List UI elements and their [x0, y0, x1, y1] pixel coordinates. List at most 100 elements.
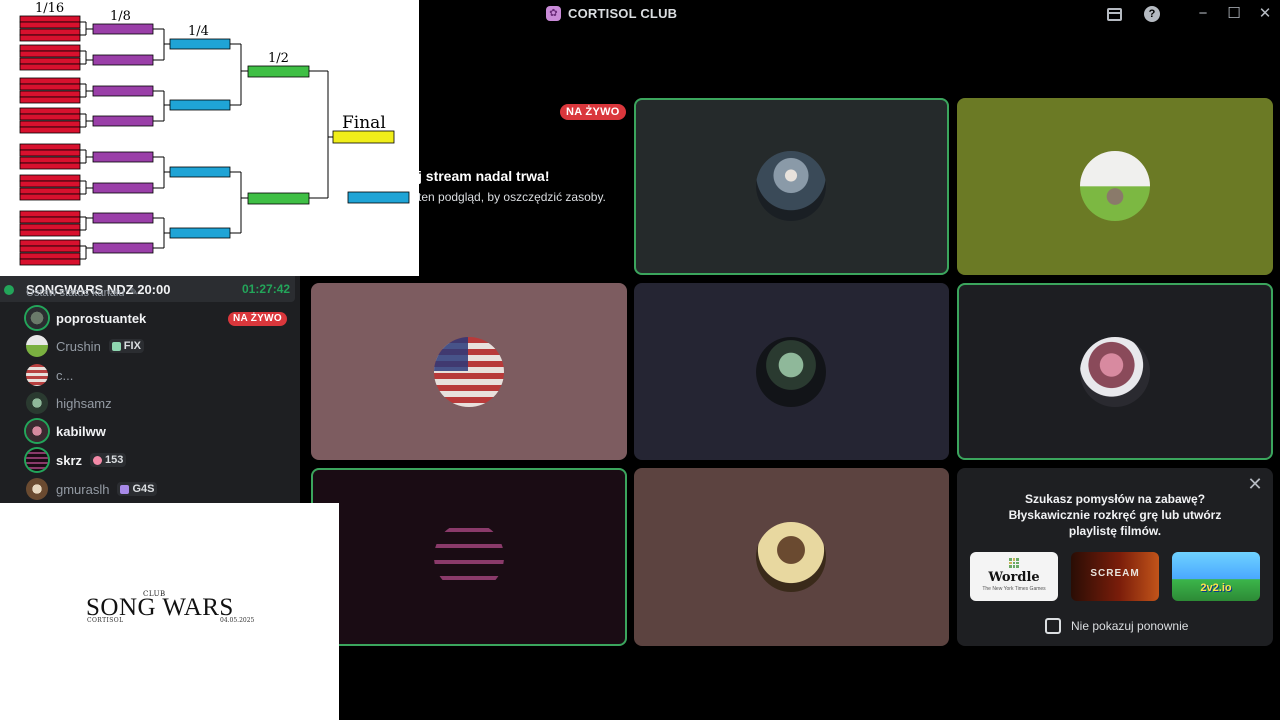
voice-member[interactable]: gmuraslh G4S — [26, 477, 158, 501]
channel-status-text: Ustaw status kanału — [26, 287, 125, 299]
bracket-slot — [19, 57, 81, 65]
bracket-slot — [92, 54, 154, 66]
bracket-slot — [92, 23, 154, 35]
bracket-slot — [19, 44, 81, 52]
avatar — [26, 420, 48, 442]
heart-icon — [93, 455, 103, 465]
participant-avatar — [756, 151, 826, 221]
participant-avatar — [1080, 337, 1150, 407]
avatar — [26, 335, 48, 357]
bracket-slot — [19, 28, 81, 36]
bracket-slot — [19, 187, 81, 195]
bracket-slot — [19, 229, 81, 237]
channel-status[interactable]: Ustaw status kanału ✎ — [26, 287, 139, 299]
participant-tile[interactable] — [311, 283, 627, 460]
bracket-slot — [92, 242, 154, 254]
bracket-slot — [19, 21, 81, 29]
game-card-wordle[interactable]: Wordle The New York Times Games — [970, 552, 1058, 601]
avatar — [26, 307, 48, 329]
participant-tile[interactable] — [311, 468, 627, 646]
voice-connected-icon — [4, 285, 14, 295]
member-name: c... — [56, 367, 74, 383]
bracket-slot — [19, 63, 81, 71]
bracket-slot — [19, 174, 81, 182]
tag-icon — [120, 484, 130, 494]
game-title: Wordle — [988, 570, 1040, 585]
bracket-slot — [19, 34, 81, 42]
member-tag: G4S — [117, 482, 158, 496]
bracket-slot — [92, 115, 154, 127]
dont-show-again-label: Nie pokazuj ponownie — [1071, 619, 1189, 633]
voice-member[interactable]: poprostuantek — [26, 306, 146, 330]
logo-date: 04.05.2025 — [220, 617, 255, 624]
avatar — [26, 449, 48, 471]
bracket-slot — [169, 38, 231, 50]
close-icon[interactable]: ✕ — [1247, 475, 1263, 493]
stream-notice-subtitle: ten podgląd, by oszczędzić zasoby. — [418, 190, 606, 204]
bracket-overlay: 1/16 1/8 1/4 1/2 Final — [0, 0, 419, 276]
minimize-button[interactable]: − — [1194, 5, 1212, 23]
member-tag: 153 — [90, 453, 127, 467]
bracket-slot — [247, 65, 310, 78]
game-subtitle: The New York Times Games — [982, 586, 1046, 592]
bracket-slot — [92, 151, 154, 163]
voice-member[interactable]: kabilww — [26, 419, 106, 443]
bracket-slot — [19, 83, 81, 91]
member-name: Crushin — [56, 338, 101, 354]
voice-member[interactable]: skrz 153 — [26, 448, 127, 472]
bracket-slot — [19, 126, 81, 134]
participant-tile[interactable] — [957, 283, 1273, 460]
bracket-slot — [19, 180, 81, 188]
bracket-slot — [169, 227, 231, 239]
participant-avatar — [756, 337, 826, 407]
participant-tile[interactable] — [634, 468, 949, 646]
round-label: 1/4 — [188, 24, 209, 39]
inbox-icon[interactable] — [1105, 5, 1123, 23]
help-icon[interactable]: ? — [1143, 5, 1161, 23]
bracket-slot — [19, 223, 81, 231]
avatar — [26, 478, 48, 500]
bracket-slot — [19, 90, 81, 98]
bracket-slot — [332, 130, 395, 144]
member-name: gmuraslh — [56, 481, 110, 497]
game-title: SCREAM — [1090, 568, 1140, 579]
wordle-logo-icon — [1009, 558, 1019, 568]
participant-tile[interactable] — [634, 98, 949, 275]
voice-member[interactable]: Crushin FIX — [26, 334, 144, 358]
bracket-slot — [19, 120, 81, 128]
server-logo-icon: ✿ — [546, 6, 561, 21]
game-card-2v2[interactable]: 2v2.io — [1172, 552, 1260, 601]
voice-member[interactable]: highsamz — [26, 391, 112, 415]
bracket-slot — [19, 107, 81, 115]
avatar — [26, 364, 48, 386]
participant-tile[interactable] — [634, 283, 949, 460]
participant-avatar — [434, 522, 504, 592]
member-name: poprostuantek — [56, 310, 147, 326]
round-label: 1/8 — [110, 9, 131, 24]
round-label: 1/16 — [35, 1, 64, 16]
member-name: skrz — [56, 452, 83, 468]
bracket-slot — [19, 15, 81, 23]
bracket-slot — [19, 245, 81, 253]
bracket-slot — [19, 210, 81, 218]
maximize-button[interactable]: ☐ — [1225, 5, 1243, 23]
app-title: ✿ CORTISOL CLUB — [546, 6, 677, 21]
participant-tile[interactable] — [957, 98, 1273, 275]
bracket-slot — [19, 216, 81, 224]
round-label: Final — [342, 113, 386, 133]
avatar — [26, 392, 48, 414]
dont-show-again-checkbox[interactable] — [1045, 618, 1061, 634]
participant-avatar — [434, 337, 504, 407]
bracket-slot — [92, 85, 154, 97]
tournament-bracket: 1/16 1/8 1/4 1/2 Final — [19, 1, 410, 266]
close-window-button[interactable]: ✕ — [1256, 5, 1274, 23]
bracket-slot — [92, 182, 154, 194]
logo-subtitle: CORTISOL — [87, 617, 124, 624]
bracket-slot — [19, 113, 81, 121]
voice-member[interactable]: c... — [26, 363, 73, 387]
member-tag: FIX — [108, 339, 144, 353]
live-badge: NA ŻYWO — [560, 104, 626, 120]
bracket-slot — [19, 258, 81, 266]
game-card-scream[interactable]: SCREAM — [1071, 552, 1159, 601]
bracket-slot — [19, 156, 81, 164]
